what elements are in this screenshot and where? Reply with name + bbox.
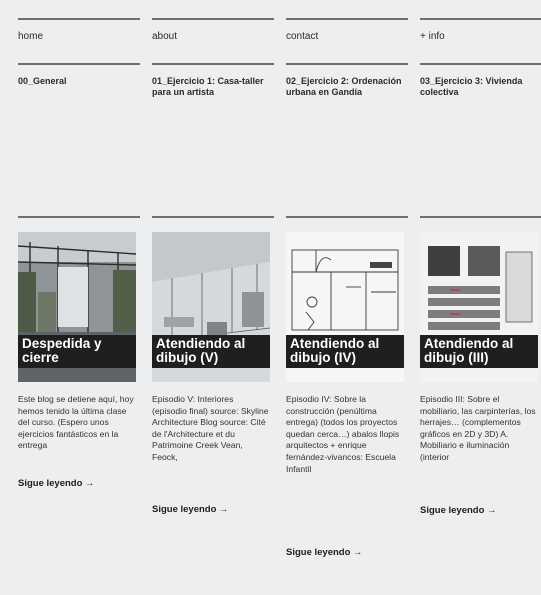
post-thumbnail-dibujo-iii[interactable]: Atendiendo al dibujo (III) bbox=[420, 232, 538, 382]
post-excerpt: Este blog se detiene aquí, hoy hemos ten… bbox=[18, 394, 134, 451]
divider bbox=[18, 63, 140, 65]
read-more-link[interactable]: Sigue leyendo → bbox=[18, 478, 95, 489]
divider bbox=[420, 63, 541, 65]
post-thumbnail-despedida[interactable]: Despedida y cierre bbox=[18, 232, 136, 382]
post-title: Atendiendo al dibujo (IV) bbox=[286, 335, 404, 368]
divider bbox=[420, 216, 541, 218]
nav-contact-link[interactable]: contact bbox=[286, 31, 318, 42]
post-thumbnail-dibujo-iv[interactable]: Atendiendo al dibujo (IV) bbox=[286, 232, 404, 382]
read-more-link[interactable]: Sigue leyendo → bbox=[286, 547, 363, 558]
post-excerpt: Episodio III: Sobre el mobiliario, las c… bbox=[420, 394, 536, 462]
divider bbox=[286, 216, 408, 218]
section-link-general[interactable]: 00_General bbox=[18, 76, 136, 87]
divider bbox=[420, 18, 541, 20]
nav-info-link[interactable]: + info bbox=[420, 31, 445, 42]
nav-home-link[interactable]: home bbox=[18, 31, 43, 42]
nav-about-link[interactable]: about bbox=[152, 31, 177, 42]
post-thumbnail-dibujo-v[interactable]: Atendiendo al dibujo (V) bbox=[152, 232, 270, 382]
post-title: Atendiendo al dibujo (III) bbox=[420, 335, 538, 368]
post-excerpt: Episodio V: Interiores (episodio final) … bbox=[152, 394, 269, 462]
divider bbox=[152, 18, 274, 20]
divider bbox=[18, 18, 140, 20]
divider bbox=[18, 216, 140, 218]
divider bbox=[152, 63, 274, 65]
divider bbox=[286, 63, 408, 65]
divider bbox=[286, 18, 408, 20]
section-link-ejercicio-2[interactable]: 02_Ejercicio 2: Ordenación urbana en Gan… bbox=[286, 76, 404, 98]
section-link-ejercicio-3[interactable]: 03_Ejercicio 3: Vivienda colectiva bbox=[420, 76, 538, 98]
section-link-ejercicio-1[interactable]: 01_Ejercicio 1: Casa-taller para un arti… bbox=[152, 76, 270, 98]
read-more-link[interactable]: Sigue leyendo → bbox=[420, 505, 497, 516]
post-title: Atendiendo al dibujo (V) bbox=[152, 335, 270, 368]
post-title: Despedida y cierre bbox=[18, 335, 136, 368]
post-excerpt: Episodio IV: Sobre la construcción (penú… bbox=[286, 394, 400, 474]
divider bbox=[152, 216, 274, 218]
read-more-link[interactable]: Sigue leyendo → bbox=[152, 504, 229, 515]
